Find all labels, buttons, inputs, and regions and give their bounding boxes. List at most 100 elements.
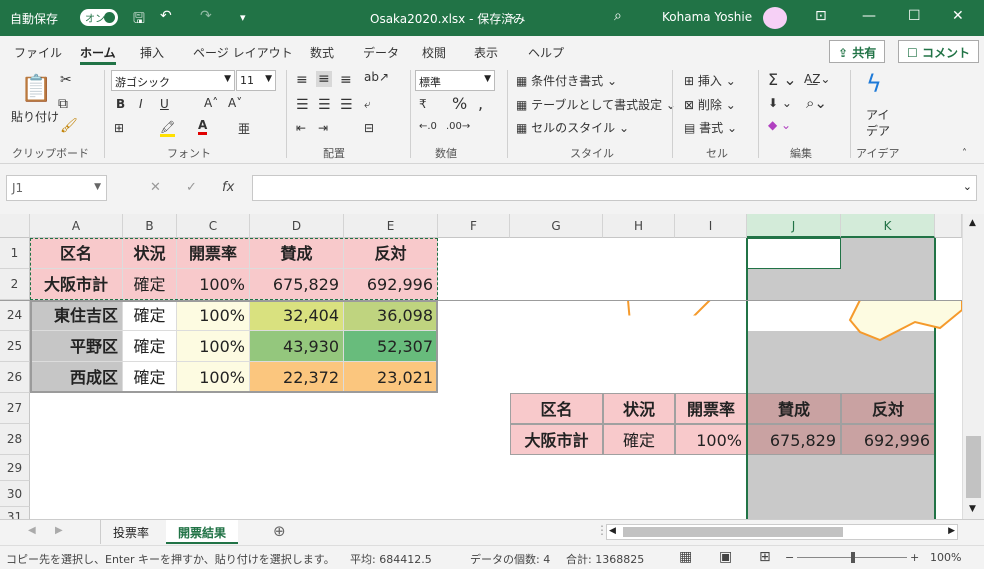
- column-header-k[interactable]: K: [841, 214, 935, 238]
- format-cells-button[interactable]: ▤ 書式 ⌄: [684, 119, 737, 136]
- page-layout-view-icon[interactable]: ▣: [719, 549, 732, 565]
- scroll-left-icon[interactable]: ◀: [609, 526, 616, 536]
- zoom-in-icon[interactable]: +: [910, 551, 919, 564]
- align-left-icon[interactable]: ☰: [296, 97, 309, 113]
- search-icon[interactable]: ⌕: [614, 8, 622, 24]
- column-header-l[interactable]: [935, 214, 962, 238]
- decrease-indent-icon[interactable]: ⇤: [296, 121, 306, 135]
- sort-filter-icon[interactable]: A͟Z⌄: [804, 72, 830, 86]
- align-right-icon[interactable]: ☰: [340, 97, 353, 113]
- cell-k28[interactable]: 692,996: [841, 424, 935, 455]
- cell-k27[interactable]: 反対: [841, 393, 935, 424]
- orientation-icon[interactable]: ab↗: [364, 70, 389, 84]
- maximize-icon[interactable]: ☐: [908, 8, 921, 24]
- column-header-b[interactable]: B: [123, 214, 177, 238]
- cell-g27[interactable]: 区名: [510, 393, 603, 424]
- tab-page-layout[interactable]: ページ レイアウト: [193, 44, 293, 61]
- find-select-icon[interactable]: ⌕⌄: [806, 94, 827, 112]
- cut-icon[interactable]: ✂: [60, 72, 72, 88]
- tab-review[interactable]: 校閲: [422, 44, 446, 61]
- page-break-view-icon[interactable]: ⊞: [759, 549, 771, 565]
- formula-input[interactable]: ⌄: [252, 175, 977, 201]
- accounting-format-icon[interactable]: ₹: [419, 97, 427, 111]
- cell-styles-button[interactable]: ▦ セルのスタイル ⌄: [516, 119, 629, 136]
- column-header-e[interactable]: E: [344, 214, 438, 238]
- row-header-27[interactable]: 27: [0, 393, 30, 424]
- sheet-tab-turnout[interactable]: 投票率: [100, 520, 161, 544]
- save-icon[interactable]: 🖫: [133, 8, 145, 32]
- hscroll-thumb[interactable]: [623, 527, 843, 537]
- column-header-c[interactable]: C: [177, 214, 250, 238]
- tab-data[interactable]: データ: [363, 44, 399, 61]
- scroll-up-icon[interactable]: ▲: [969, 218, 976, 228]
- phonetic-icon[interactable]: 亜: [238, 120, 250, 137]
- fill-color-icon[interactable]: 🖍: [160, 120, 176, 137]
- title-dropdown-icon[interactable]: ⌄: [508, 8, 518, 22]
- ideas-icon[interactable]: ϟ: [866, 70, 882, 98]
- grow-font-icon[interactable]: A˄: [204, 96, 218, 110]
- tab-home[interactable]: ホーム: [80, 44, 116, 61]
- decrease-decimal-icon[interactable]: .00→: [446, 121, 470, 132]
- row-header-2[interactable]: 2: [0, 269, 30, 300]
- cell-h28[interactable]: 確定: [603, 424, 675, 455]
- selected-range-j2[interactable]: [747, 269, 841, 300]
- share-button[interactable]: ⇪ 共有: [829, 40, 886, 63]
- cell-i28[interactable]: 100%: [675, 424, 747, 455]
- normal-view-icon[interactable]: ▦: [679, 549, 692, 565]
- status-sum[interactable]: 合計: 1368825: [566, 551, 644, 567]
- font-size-combo[interactable]: 11 ▼: [236, 70, 276, 91]
- font-name-combo[interactable]: 游ゴシック ▼: [111, 70, 235, 91]
- selected-range-j29[interactable]: [747, 455, 935, 519]
- format-as-table-button[interactable]: ▦ テーブルとして書式設定 ⌄: [516, 96, 676, 113]
- collapse-ribbon-icon[interactable]: ˄: [962, 148, 967, 159]
- active-cell-j1[interactable]: [747, 238, 841, 269]
- row-header-30[interactable]: 30: [0, 481, 30, 507]
- paste-icon[interactable]: 📋: [20, 74, 52, 104]
- bold-icon[interactable]: B: [116, 97, 125, 111]
- scroll-down-icon[interactable]: ▼: [969, 504, 976, 514]
- enter-icon[interactable]: ✓: [186, 180, 197, 195]
- column-header-d[interactable]: D: [250, 214, 344, 238]
- border-icon[interactable]: ⊞: [114, 121, 124, 135]
- insert-function-icon[interactable]: fx: [222, 180, 234, 195]
- avatar[interactable]: [763, 7, 787, 29]
- align-middle-icon[interactable]: ≡: [316, 71, 332, 87]
- worksheet-grid[interactable]: A B C D E F G H I J K 1 2 24 25 26 27 28…: [0, 214, 984, 519]
- conditional-format-button[interactable]: ▦ 条件付き書式 ⌄: [516, 72, 617, 89]
- column-header-f[interactable]: F: [438, 214, 510, 238]
- redo-icon[interactable]: ↷: [200, 8, 212, 24]
- add-sheet-icon[interactable]: ⊕: [273, 522, 286, 540]
- map-shape[interactable]: [520, 300, 962, 362]
- quick-access-menu-icon[interactable]: ▾: [240, 11, 246, 24]
- italic-icon[interactable]: I: [139, 97, 143, 111]
- insert-cells-button[interactable]: ⊞ 挿入 ⌄: [684, 72, 736, 89]
- row-header-25[interactable]: 25: [0, 331, 30, 362]
- row-header-29[interactable]: 29: [0, 455, 30, 481]
- vertical-scrollbar[interactable]: ▲ ▼: [962, 214, 984, 519]
- shrink-font-icon[interactable]: A˅: [228, 96, 242, 110]
- scroll-right-icon[interactable]: ▶: [948, 526, 955, 536]
- number-format-combo[interactable]: 標準 ▼: [415, 70, 495, 91]
- increase-indent-icon[interactable]: ⇥: [318, 121, 328, 135]
- minimize-icon[interactable]: —: [862, 8, 876, 24]
- clear-icon[interactable]: ◆ ⌄: [768, 118, 791, 132]
- font-color-icon[interactable]: A: [198, 118, 208, 135]
- select-all-corner[interactable]: [0, 214, 30, 238]
- ideas-line2[interactable]: デア: [866, 122, 890, 139]
- zoom-slider-thumb[interactable]: [851, 552, 855, 563]
- undo-icon[interactable]: ↶: [160, 8, 172, 24]
- percent-icon[interactable]: %: [452, 94, 467, 113]
- cell-g28[interactable]: 大阪市計: [510, 424, 603, 455]
- align-top-icon[interactable]: ≡: [296, 72, 308, 88]
- sheet-tab-results[interactable]: 開票結果: [166, 520, 239, 544]
- cell-i27[interactable]: 開票率: [675, 393, 747, 424]
- zoom-out-icon[interactable]: −: [785, 551, 794, 564]
- increase-decimal-icon[interactable]: ←.0: [419, 121, 437, 132]
- format-painter-icon[interactable]: 🖌: [60, 118, 78, 134]
- row-header-26[interactable]: 26: [0, 362, 30, 393]
- cell-h27[interactable]: 状況: [603, 393, 675, 424]
- row-header-31[interactable]: 31: [0, 507, 30, 519]
- column-header-j[interactable]: J: [747, 214, 841, 238]
- autosum-icon[interactable]: Σ ⌄: [768, 70, 797, 89]
- fill-icon[interactable]: ⬇ ⌄: [768, 96, 792, 110]
